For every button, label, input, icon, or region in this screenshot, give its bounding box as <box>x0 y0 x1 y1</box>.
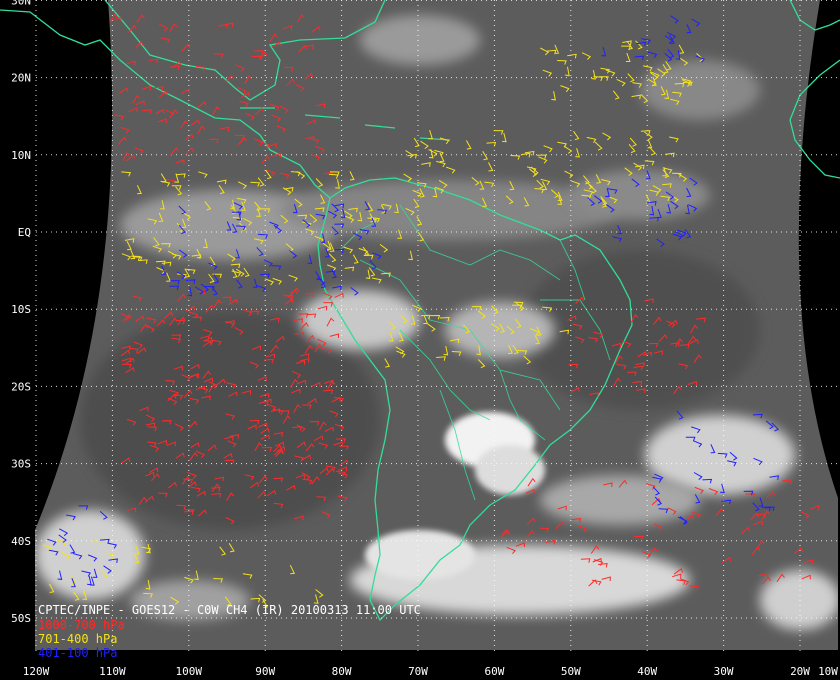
legend-low-level: 1000-700 hPa <box>38 618 125 632</box>
lon-label: 40W <box>637 665 657 678</box>
lon-label: 120W <box>23 665 50 678</box>
latitude-labels: 30N 20N 10N EQ 10S 20S 30S 40S 50S <box>11 0 31 625</box>
lat-label: 10N <box>11 149 31 162</box>
lat-label: 10S <box>11 303 31 316</box>
longitude-labels: 120W 110W 100W 90W 80W 70W 60W 50W 40W 30W 20W 10W <box>23 665 839 678</box>
image-title: CPTEC/INPE - GOES12 - C0W CH4 (IR) 20100… <box>38 603 421 617</box>
lat-label: 50S <box>11 612 31 625</box>
lon-label: 80W <box>332 665 352 678</box>
legend-high-level: 401-100 hPa <box>38 646 118 660</box>
legend-mid-level: 701-400 hPa <box>38 632 118 646</box>
lat-label: 20S <box>11 380 31 393</box>
lon-label: 50W <box>561 665 581 678</box>
lat-label: 30S <box>11 458 31 471</box>
ir-image-swath <box>35 0 838 650</box>
lat-label: EQ <box>18 226 31 239</box>
lon-label: 100W <box>176 665 203 678</box>
lat-label: 40S <box>11 535 31 548</box>
lon-label: 110W <box>99 665 126 678</box>
lon-label: 20W <box>790 665 810 678</box>
lon-label: 60W <box>484 665 504 678</box>
lon-label: 90W <box>255 665 275 678</box>
lon-label: 70W <box>408 665 428 678</box>
lon-label: 30W <box>714 665 734 678</box>
lat-label: 30N <box>11 0 31 7</box>
lon-label: 10W <box>818 665 838 678</box>
satellite-map: 30N 20N 10N EQ 10S 20S 30S 40S 50S 120W 110W 100W 9… <box>0 0 840 678</box>
lat-label: 20N <box>11 72 31 85</box>
